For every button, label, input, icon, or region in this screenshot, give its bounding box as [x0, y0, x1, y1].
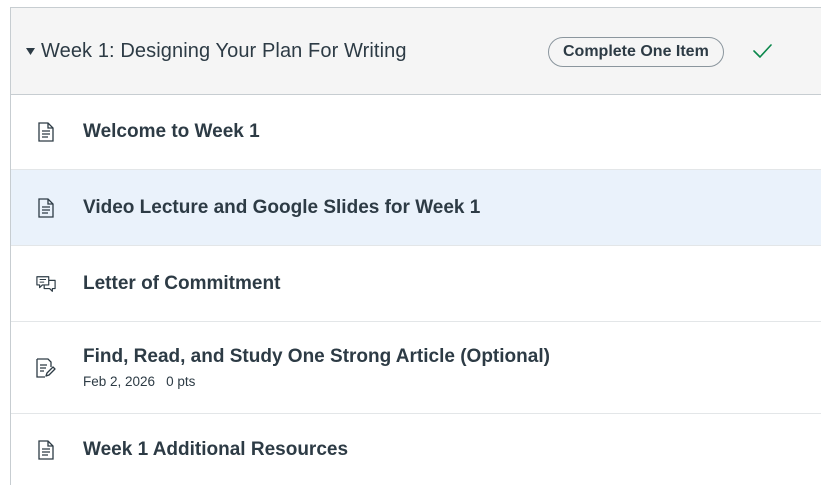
item-details: Feb 2, 2026 0 pts — [83, 374, 550, 389]
module-header[interactable]: Week 1: Designing Your Plan For Writing … — [11, 8, 821, 95]
module-item[interactable]: Video Lecture and Google Slides for Week… — [11, 170, 821, 246]
module-container: Week 1: Designing Your Plan For Writing … — [10, 7, 821, 485]
page-icon — [36, 121, 56, 143]
points: 0 pts — [166, 374, 196, 389]
item-title[interactable]: Letter of Commitment — [83, 273, 280, 295]
assignment-icon — [36, 357, 56, 379]
page-icon — [36, 439, 56, 461]
due-date: Feb 2, 2026 — [83, 374, 156, 389]
discussion-icon — [36, 273, 56, 295]
item-title[interactable]: Find, Read, and Study One Strong Article… — [83, 346, 550, 368]
module-title[interactable]: Week 1: Designing Your Plan For Writing — [41, 40, 407, 63]
item-title[interactable]: Welcome to Week 1 — [83, 121, 260, 143]
checkmark-icon — [751, 40, 773, 62]
triangle-down-icon[interactable] — [23, 44, 37, 58]
module-item[interactable]: Welcome to Week 1 — [11, 95, 821, 170]
module-item[interactable]: Letter of Commitment — [11, 246, 821, 322]
module-item[interactable]: Find, Read, and Study One Strong Article… — [11, 322, 821, 414]
page-icon — [36, 197, 56, 219]
item-title[interactable]: Week 1 Additional Resources — [83, 439, 348, 461]
module-item[interactable]: Week 1 Additional Resources — [11, 414, 821, 485]
item-title[interactable]: Video Lecture and Google Slides for Week… — [83, 197, 480, 219]
requirement-badge: Complete One Item — [548, 37, 724, 67]
